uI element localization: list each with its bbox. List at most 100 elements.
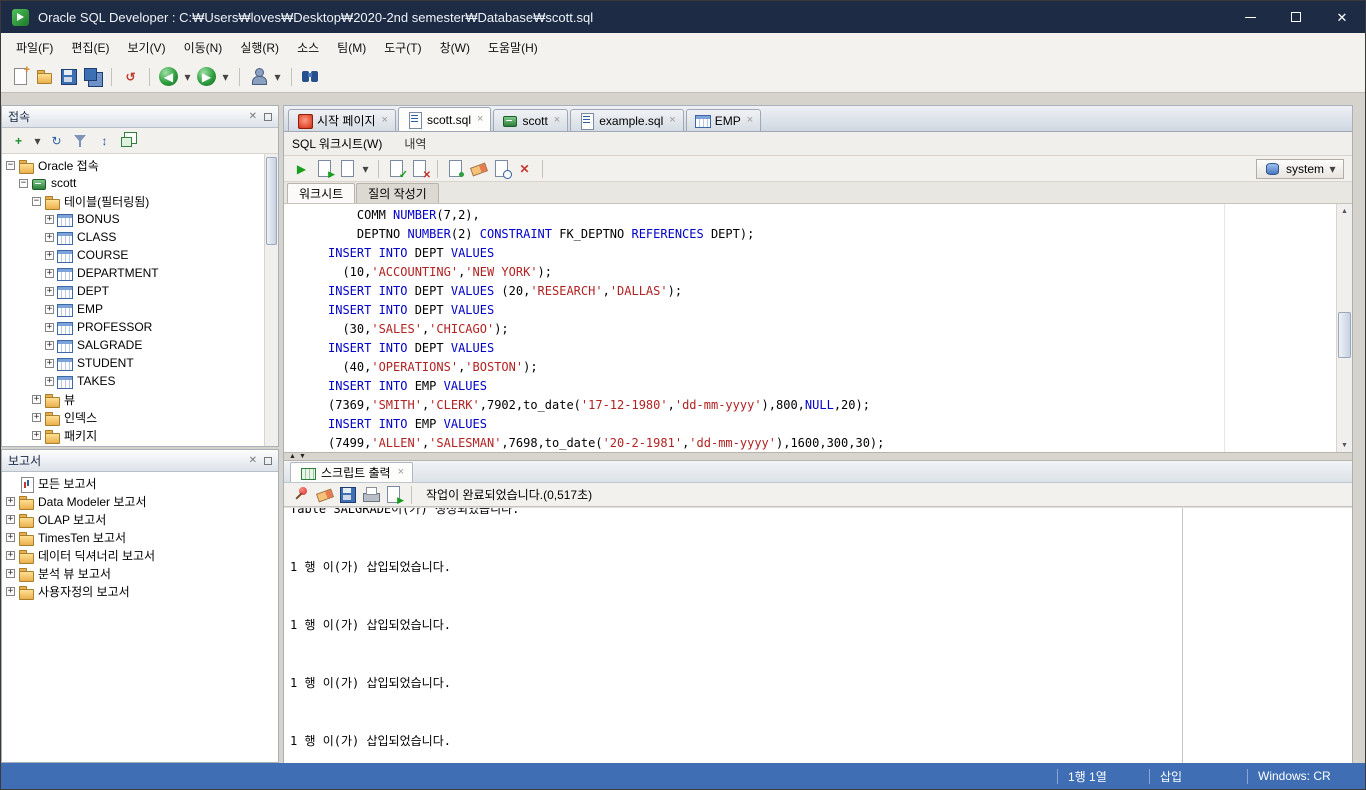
new-file-icon[interactable] (11, 64, 30, 86)
tab-close-icon[interactable]: × (554, 115, 560, 126)
tree-item[interactable]: + TAKES (2, 372, 264, 390)
back-icon[interactable] (159, 67, 178, 86)
expand-icon[interactable]: + (32, 394, 41, 404)
tab-close-icon[interactable]: × (398, 467, 404, 478)
expand-icon[interactable]: + (6, 496, 15, 506)
clear-icon[interactable] (469, 159, 488, 178)
tree-item[interactable]: + BONUS (2, 210, 264, 228)
expand-icon[interactable]: + (45, 232, 54, 242)
sql-history-icon[interactable] (492, 159, 512, 179)
document-tab[interactable]: scott.sql × (397, 107, 492, 131)
forward-icon[interactable] (197, 67, 216, 86)
document-tab[interactable]: EMP × (685, 109, 762, 131)
document-tab[interactable]: scott × (493, 109, 569, 131)
editor-output-splitter[interactable]: ▲ ▼ (284, 452, 1352, 461)
tree-item[interactable]: + 뷰 (2, 390, 264, 408)
print-output-icon[interactable] (361, 485, 380, 504)
tree-item[interactable]: + 데이터 딕셔너리 보고서 (2, 546, 278, 564)
expand-icon[interactable]: + (32, 430, 41, 440)
script-output-tab[interactable]: 스크립트 출력 × (290, 462, 414, 482)
tree-item[interactable]: + TimesTen 보고서 (2, 528, 278, 546)
tab-close-icon[interactable]: × (669, 115, 675, 126)
cancel-icon[interactable] (515, 159, 534, 178)
document-tab[interactable]: 시작 페이지 × (288, 109, 396, 131)
expand-icon[interactable]: + (45, 340, 54, 350)
expand-icon[interactable]: + (45, 376, 54, 386)
connections-dropdown-icon[interactable] (273, 67, 282, 86)
expand-icon[interactable]: + (45, 358, 54, 368)
expand-icon[interactable]: + (6, 568, 15, 578)
save-all-icon[interactable] (83, 67, 102, 86)
tree-item[interactable]: + Data Modeler 보고서 (2, 492, 278, 510)
run-script-icon[interactable] (315, 159, 335, 180)
tree-item[interactable]: + 인덱스 (2, 408, 264, 426)
save-icon[interactable] (59, 67, 78, 86)
tree-item[interactable]: + CLASS (2, 228, 264, 246)
expand-icon[interactable]: + (45, 286, 54, 296)
tree-item[interactable]: + 분석 뷰 보고서 (2, 564, 278, 582)
tab-close-icon[interactable]: × (477, 114, 483, 125)
menu-item-5[interactable]: 실행(R) (231, 35, 288, 60)
add-connection-icon[interactable] (9, 131, 28, 150)
expand-icon[interactable]: + (6, 586, 15, 596)
editor-view-tab[interactable]: 워크시트 (287, 183, 356, 203)
tree-item[interactable]: + 패키지 (2, 426, 264, 444)
forward-history-dropdown-icon[interactable] (221, 67, 230, 86)
reports-panel-close-icon[interactable]: ✕ (249, 455, 257, 466)
back-history-dropdown-icon[interactable] (183, 67, 192, 86)
expand-icon[interactable]: + (45, 214, 54, 224)
editor-scrollbar[interactable]: ▲ ▼ (1336, 204, 1352, 452)
run-statement-icon[interactable] (292, 159, 311, 178)
document-tab[interactable]: example.sql × (570, 109, 684, 131)
menu-item-10[interactable]: 도움말(H) (479, 35, 547, 60)
search-icon[interactable] (301, 67, 320, 86)
scrollbar-thumb[interactable] (1338, 312, 1351, 358)
connections-scrollbar[interactable] (264, 154, 278, 446)
sql-worksheet-label[interactable]: SQL 워크시트(W) (292, 135, 382, 152)
menu-item-6[interactable]: 소스 (288, 35, 328, 60)
add-connection-dropdown-icon[interactable] (33, 131, 42, 150)
clear-output-icon[interactable] (315, 485, 334, 504)
connections-panel-menu-icon[interactable] (264, 112, 272, 121)
tree-item[interactable]: − scott (2, 174, 264, 192)
expand-icon[interactable]: + (45, 268, 54, 278)
tree-item[interactable]: + DEPARTMENT (2, 264, 264, 282)
sort-icon[interactable] (95, 131, 114, 150)
explain-plan-icon[interactable] (338, 159, 357, 178)
tab-close-icon[interactable]: × (382, 115, 388, 126)
menu-item-2[interactable]: 편집(E) (62, 35, 118, 60)
scroll-up-icon[interactable]: ▲ (1337, 204, 1352, 218)
expand-icon[interactable]: + (45, 304, 54, 314)
splitter-up-icon[interactable]: ▲ (289, 453, 296, 460)
reports-panel-menu-icon[interactable] (264, 456, 272, 465)
tree-item[interactable]: + DEPT (2, 282, 264, 300)
save-output-icon[interactable] (338, 485, 357, 504)
editor-view-tab[interactable]: 질의 작성기 (356, 183, 439, 203)
tab-close-icon[interactable]: × (747, 115, 753, 126)
expand-icon[interactable]: + (32, 412, 41, 422)
minimize-button[interactable] (1227, 1, 1273, 33)
explain-plan-dropdown-icon[interactable] (361, 159, 370, 178)
collapse-icon[interactable]: − (19, 178, 28, 188)
tree-item[interactable]: + PROFESSOR (2, 318, 264, 336)
connections-panel-close-icon[interactable]: ✕ (249, 111, 257, 122)
script-output-area[interactable]: Table SALGRADE이(가) 생성되었습니다. 1 행 이(가) 삽입되었… (284, 507, 1352, 763)
sql-editor[interactable]: COMM NUMBER(7,2), DEPTNO NUMBER(2) CONST… (284, 204, 1352, 452)
connection-dropdown-icon[interactable] (1328, 159, 1337, 178)
maximize-button[interactable] (1273, 1, 1319, 33)
expand-icon[interactable]: + (6, 514, 15, 524)
rollback-icon[interactable] (410, 159, 431, 181)
unshared-worksheet-icon[interactable] (446, 159, 465, 178)
tree-item[interactable]: + OLAP 보고서 (2, 510, 278, 528)
tree-item[interactable]: + 사용자정의 보고서 (2, 582, 278, 600)
pin-output-icon[interactable] (292, 485, 311, 504)
splitter-down-icon[interactable]: ▼ (299, 453, 306, 460)
scrollbar-thumb[interactable] (266, 157, 277, 245)
open-connections-icon[interactable] (249, 67, 268, 86)
collapse-icon[interactable]: − (32, 196, 41, 206)
open-file-icon[interactable] (35, 67, 54, 86)
tree-item[interactable]: + COURSE (2, 246, 264, 264)
tree-item[interactable]: − 테이블(필터링됨) (2, 192, 264, 210)
undo-icon[interactable] (121, 67, 140, 86)
tree-item[interactable]: 모든 보고서 (2, 474, 278, 493)
